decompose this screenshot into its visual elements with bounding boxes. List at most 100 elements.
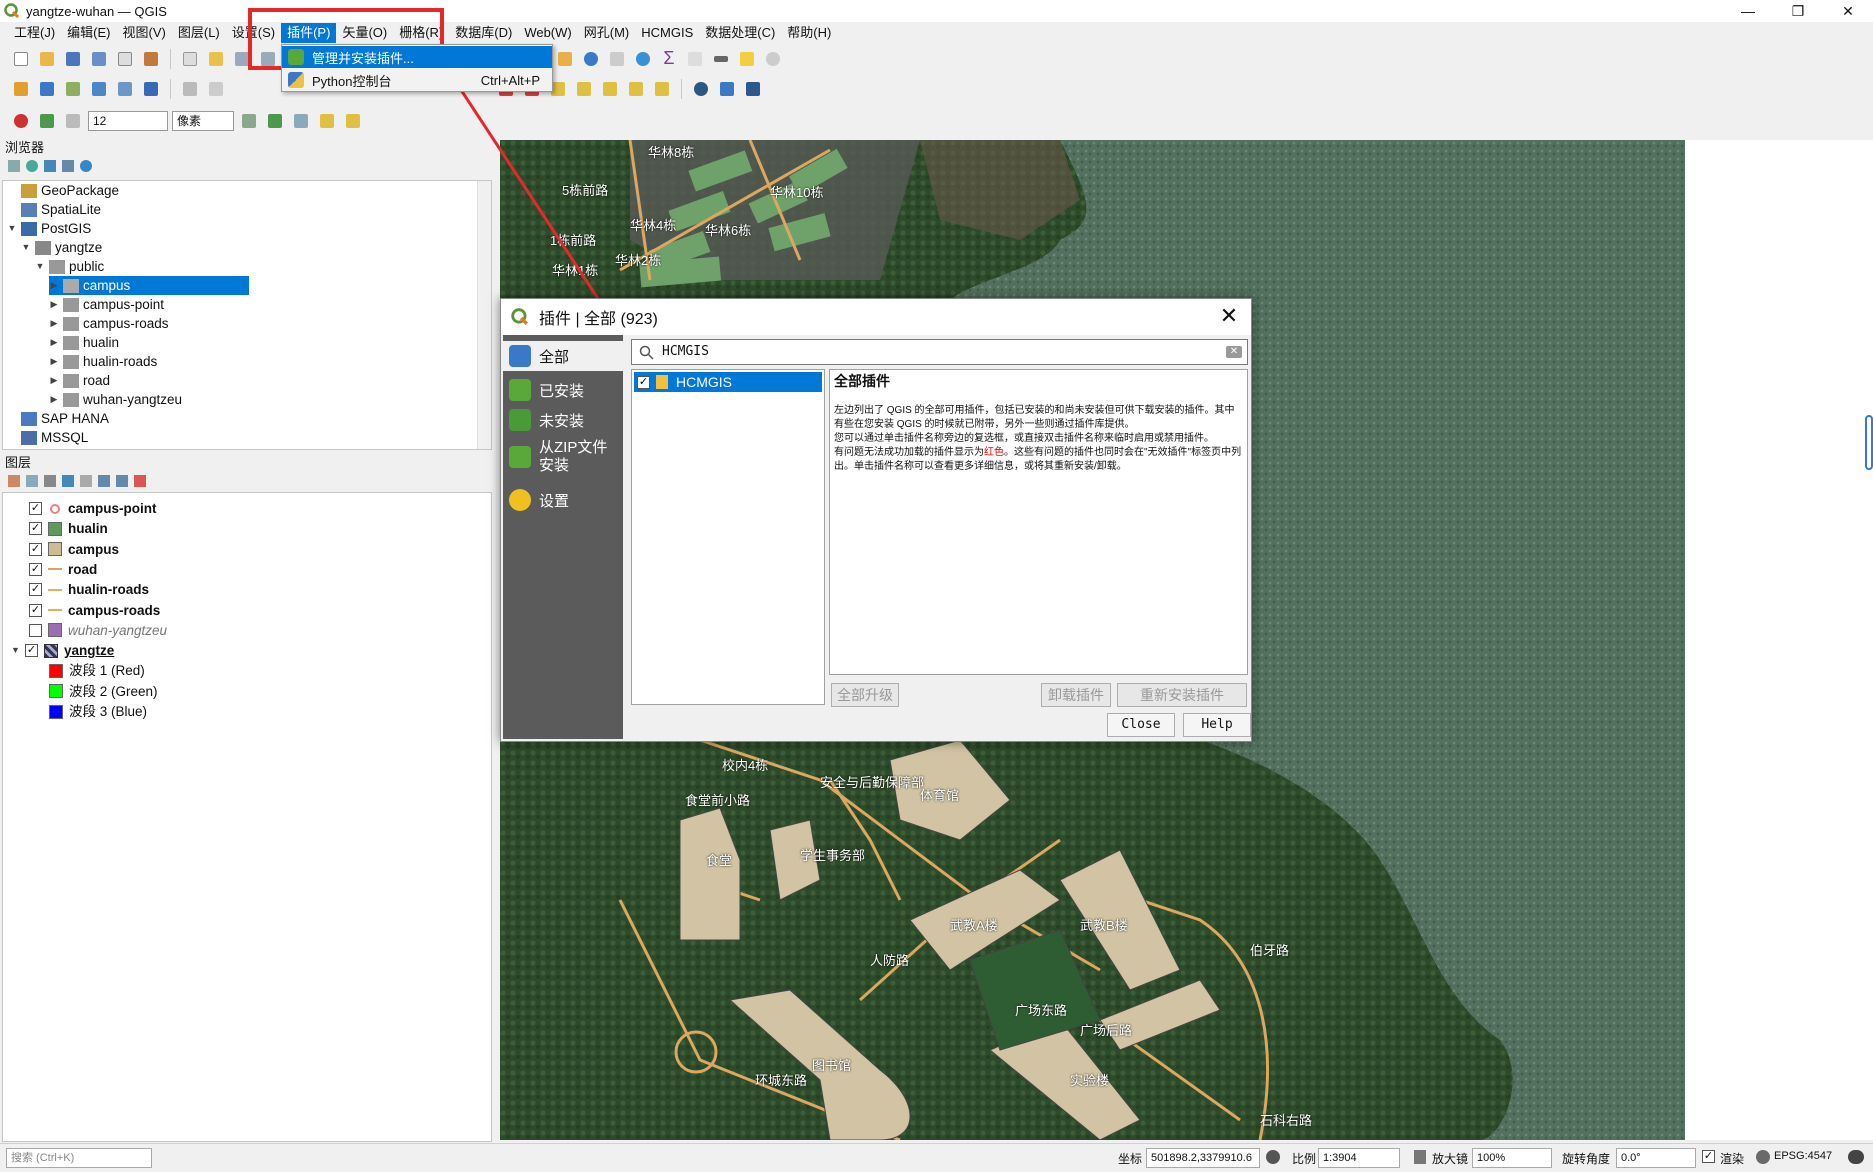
expand-arrow-icon[interactable]: ▼ (7, 219, 17, 238)
minimize-button[interactable]: — (1723, 0, 1773, 22)
filter-legend-icon[interactable] (62, 475, 74, 487)
python-icon[interactable] (716, 78, 738, 100)
uninstall-plugin-button[interactable]: 卸载插件 (1041, 683, 1111, 707)
coordinate-field[interactable]: 501898.2,3379910.6 (1146, 1148, 1260, 1168)
restore-button[interactable]: ❐ (1773, 0, 1823, 22)
plugin-checkbox[interactable]: ✓ (637, 375, 650, 389)
scrollbar-handle[interactable] (1865, 415, 1873, 470)
browser-item[interactable]: ▶ road (49, 371, 111, 390)
menu-project[interactable]: 工程(J) (8, 23, 61, 43)
scale-select[interactable]: 1:3904 (1318, 1148, 1400, 1168)
filter-expression-icon[interactable] (80, 475, 92, 487)
layer-item[interactable]: wuhan-yangtzeu (29, 621, 167, 640)
new-project-icon[interactable] (10, 48, 32, 70)
browser-item[interactable]: MSSQL (7, 428, 88, 447)
browser-tree[interactable]: GeoPackage SpatiaLite ▼ PostGIS ▼ yangtze ▼ pub… (2, 180, 492, 450)
rotation-field[interactable]: 0.0° (1616, 1148, 1696, 1168)
magnifier-field[interactable]: 100% (1472, 1148, 1552, 1168)
print-layout-icon[interactable] (114, 48, 136, 70)
snapping-unit-select[interactable]: 像素 (172, 111, 234, 131)
expand-arrow-icon[interactable]: ▼ (21, 238, 31, 257)
menu-mesh[interactable]: 网孔(M) (578, 23, 636, 43)
collapse-layers-icon[interactable] (116, 475, 128, 487)
plugin-search-input[interactable]: HCMGIS (631, 339, 1248, 365)
snapping-magnet-icon[interactable] (10, 110, 32, 132)
expand-arrow-icon[interactable]: ▶ (49, 352, 59, 371)
expand-arrow-icon[interactable]: ▶ (49, 333, 59, 352)
browser-item[interactable]: ▶ wuhan-yangtzeu (49, 390, 183, 409)
layer-item[interactable]: ✓ campus (29, 540, 119, 559)
menu-database[interactable]: 数据库(D) (449, 23, 518, 43)
close-window-button[interactable]: ✕ (1823, 0, 1873, 22)
data-source-manager-icon[interactable] (10, 78, 32, 100)
layer-styling-icon[interactable] (8, 475, 20, 487)
layer-visibility-checkbox[interactable]: ✓ (29, 583, 42, 597)
decorations-icon[interactable] (762, 48, 784, 70)
layer-visibility-checkbox[interactable]: ✓ (25, 644, 38, 658)
layer-visibility-checkbox[interactable]: ✓ (29, 522, 42, 536)
manage-plugins-item[interactable]: 管理并安装插件... (282, 46, 552, 68)
add-vector-icon[interactable] (62, 78, 84, 100)
add-mesh-icon[interactable] (114, 78, 136, 100)
label-diagram-icon[interactable] (651, 78, 673, 100)
browser-item[interactable]: ▼ PostGIS (7, 219, 92, 238)
snapping-mode-icon[interactable] (36, 110, 58, 132)
lock-icon[interactable] (1414, 1150, 1426, 1164)
menu-layer[interactable]: 图层(L) (172, 23, 226, 43)
sidebar-item-settings[interactable]: 设置 (503, 485, 623, 515)
add-selected-icon[interactable] (8, 160, 20, 172)
help-icon[interactable] (742, 78, 764, 100)
browser-item[interactable]: GeoPackage (7, 181, 119, 200)
list-item[interactable]: ✓ HCMGIS (634, 372, 822, 392)
edit-pencil-icon[interactable] (205, 78, 227, 100)
snapping-tolerance-input[interactable]: 12 (88, 111, 168, 131)
menu-hcmgis[interactable]: HCMGIS (635, 23, 699, 43)
python-console-item[interactable]: Python控制台 Ctrl+Alt+P (282, 69, 552, 91)
layer-visibility-checkbox[interactable] (29, 623, 42, 637)
sidebar-item-install-zip[interactable]: 从ZIP文件 安装 (503, 435, 623, 479)
menu-view[interactable]: 视图(V) (117, 23, 172, 43)
filter-icon[interactable] (44, 160, 56, 172)
expand-arrow-icon[interactable]: ▶ (49, 276, 59, 295)
layer-visibility-checkbox[interactable]: ✓ (29, 562, 42, 576)
layer-item[interactable]: ▼ ✓ yangtze (11, 641, 114, 660)
pan-to-selection-icon[interactable] (205, 48, 227, 70)
crs-label[interactable]: EPSG:4547 (1774, 1150, 1832, 1162)
locator-search-input[interactable]: 搜索 (Ctrl+K) (6, 1148, 152, 1168)
expand-arrow-icon[interactable]: ▼ (35, 257, 45, 276)
sidebar-item-installed[interactable]: 已安装 (503, 375, 623, 405)
table-icon[interactable] (684, 48, 706, 70)
browser-item[interactable]: ▼ yangtze (21, 238, 103, 257)
layer-item[interactable]: ✓ hualin-roads (29, 580, 149, 599)
extent-toggle-icon[interactable] (1266, 1150, 1280, 1164)
measure-icon[interactable] (710, 48, 732, 70)
reinstall-plugin-button[interactable]: 重新安装插件 (1117, 683, 1247, 707)
remove-layer-icon[interactable] (134, 475, 146, 487)
layer-visibility-checkbox[interactable]: ✓ (29, 603, 42, 617)
expand-arrow-icon[interactable]: ▶ (49, 295, 59, 314)
browser-item[interactable]: ▶ hualin (49, 333, 120, 352)
add-layer-icon[interactable] (36, 78, 58, 100)
layer-item[interactable]: ✓ campus-point (29, 499, 157, 518)
save-as-icon[interactable] (88, 48, 110, 70)
layers-tree[interactable]: ✓ campus-point ✓ hualin ✓ campus ✓ road ✓ hualin-… (2, 492, 492, 1142)
layer-item[interactable]: 波段 1 (Red) (49, 661, 145, 680)
add-wms-icon[interactable] (140, 78, 162, 100)
snapping-type-icon[interactable] (62, 110, 84, 132)
crs-globe-icon[interactable] (1756, 1150, 1770, 1164)
expand-arrow-icon[interactable]: ▶ (49, 390, 59, 409)
avoid-overlap-icon[interactable] (264, 110, 286, 132)
add-raster-icon[interactable] (88, 78, 110, 100)
style-manager-icon[interactable] (140, 48, 162, 70)
pan-icon[interactable] (179, 48, 201, 70)
close-button[interactable]: Close (1107, 713, 1175, 737)
expand-arrow-icon[interactable]: ▶ (49, 371, 59, 390)
browser-item[interactable]: SAP HANA (7, 409, 109, 428)
render-checkbox[interactable]: ✓ (1702, 1150, 1715, 1163)
add-group-icon[interactable] (26, 475, 38, 487)
messages-icon[interactable] (1848, 1150, 1864, 1164)
expand-arrow-icon[interactable]: ▼ (11, 641, 25, 660)
tracing-icon[interactable] (316, 110, 338, 132)
upgrade-all-button[interactable]: 全部升级 (831, 683, 899, 707)
browser-item[interactable]: SpatiaLite (7, 200, 101, 219)
